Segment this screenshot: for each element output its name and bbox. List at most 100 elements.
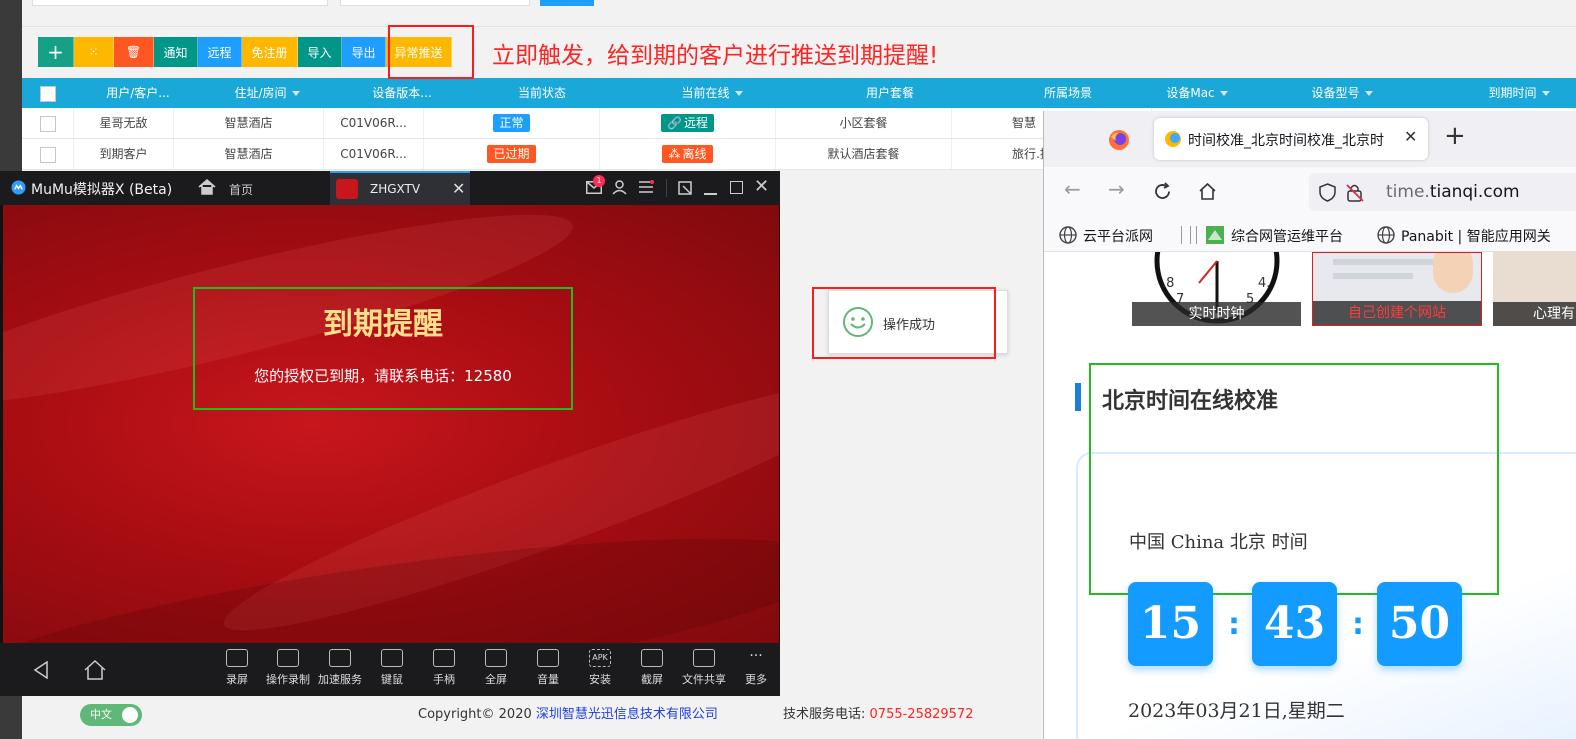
shield-icon[interactable]: [1319, 183, 1336, 202]
keyboard-mouse-button[interactable]: 键鼠: [367, 649, 417, 687]
more-button[interactable]: ··· 更多: [731, 649, 781, 687]
thumb-website[interactable]: 自己创建个网站: [1312, 252, 1482, 326]
filter-input-2[interactable]: [340, 0, 530, 6]
table-cell: C01V06R...: [324, 108, 424, 138]
browser-window: 时间校准_北京时间校准_北京时 ✕ + ← → time.tianqi.com …: [1043, 111, 1576, 739]
column-header[interactable]: 到期时间: [1462, 78, 1576, 108]
support-label: 技术服务电话:: [783, 707, 866, 722]
remote-button[interactable]: 远程: [198, 37, 242, 67]
menu-icon[interactable]: [638, 180, 654, 194]
notify-button[interactable]: 通知: [154, 37, 198, 67]
gamepad-button[interactable]: 手柄: [419, 649, 469, 687]
screenshot-button[interactable]: 截屏: [627, 649, 677, 687]
online-badge[interactable]: ⁂ 离线: [662, 145, 713, 163]
filter-input-1[interactable]: [32, 0, 328, 6]
fullscreen-icon: [485, 649, 507, 667]
column-header[interactable]: 用户套餐: [802, 78, 978, 108]
thumb-psych[interactable]: 心理有: [1493, 252, 1576, 326]
home-icon[interactable]: [197, 178, 217, 196]
emulator-screen[interactable]: [3, 205, 779, 643]
back-icon[interactable]: [33, 661, 49, 679]
mumu-logo-icon: [11, 180, 26, 195]
gamepad-icon: [433, 649, 455, 667]
column-header[interactable]: 设备型号: [1272, 78, 1412, 108]
row-checkbox[interactable]: [39, 115, 56, 132]
bookmark-1[interactable]: 云平台派网: [1083, 226, 1153, 246]
browser-tab[interactable]: 时间校准_北京时间校准_北京时 ✕: [1154, 118, 1428, 160]
file-share-button[interactable]: 文件共享: [679, 649, 729, 687]
row-checkbox[interactable]: [39, 146, 56, 163]
insecure-lock-icon[interactable]: [1346, 183, 1364, 202]
back-icon[interactable]: ←: [1064, 177, 1081, 201]
thumb-clock[interactable]: .8 7 5 4. 实时时钟: [1132, 252, 1301, 326]
pin-icon[interactable]: [678, 181, 692, 195]
emulator-tab-zhgxtv[interactable]: ZHGXTV ✕: [330, 171, 470, 205]
column-header[interactable]: 当前状态: [452, 78, 632, 108]
column-header-label: 设备Mac: [1166, 86, 1215, 100]
app-icon: [336, 179, 358, 199]
reload-icon[interactable]: [1153, 182, 1172, 201]
maximize-icon[interactable]: [730, 181, 743, 194]
column-header[interactable]: 当前在线: [622, 78, 802, 108]
link-icon: 🔗: [667, 116, 682, 130]
support: 技术服务电话: 0755-25829572: [783, 703, 973, 722]
tool-label: 音量: [537, 673, 559, 686]
operation-record-button[interactable]: 操作录制: [263, 649, 313, 687]
new-tab-icon[interactable]: +: [1444, 121, 1466, 151]
column-header[interactable]: 所属场景: [978, 78, 1158, 108]
push-highlight: [388, 25, 474, 79]
accelerate-button[interactable]: 加速服务: [315, 649, 365, 687]
search-button[interactable]: [540, 0, 594, 6]
free-register-button[interactable]: 免注册: [242, 37, 298, 67]
accelerate-icon: [329, 649, 351, 667]
table-cell: 智慧酒店: [174, 108, 324, 138]
record-screen-button[interactable]: 录屏: [212, 649, 262, 687]
colon: :: [1352, 607, 1364, 642]
export-button[interactable]: 导出: [342, 37, 386, 67]
close-tab-icon[interactable]: ✕: [452, 179, 465, 198]
weather-site-icon: [1165, 131, 1181, 147]
bookmark-sep: [1181, 226, 1182, 244]
operation-record-icon: [277, 649, 299, 667]
minute-digit: 43: [1252, 582, 1337, 666]
url-rest: tianqi.com: [1429, 182, 1520, 202]
bookmark-3[interactable]: Panabit | 智能应用网关: [1401, 226, 1551, 246]
sort-icon[interactable]: [1219, 91, 1228, 96]
sort-icon[interactable]: [734, 91, 743, 96]
bookmark-2[interactable]: 综合网管运维平台: [1231, 226, 1343, 246]
sort-icon[interactable]: [1364, 91, 1373, 96]
url-bar[interactable]: time.tianqi.com: [1309, 173, 1576, 211]
home-tab-label[interactable]: 首页: [229, 181, 253, 198]
column-header-label: 到期时间: [1488, 86, 1537, 100]
column-header[interactable]: 设备版本...: [342, 78, 462, 108]
sort-icon[interactable]: [1541, 91, 1550, 96]
delete-button[interactable]: 🗑: [114, 37, 154, 67]
browser-tabstrip: 时间校准_北京时间校准_北京时 ✕ +: [1044, 111, 1576, 167]
file-share-icon: [693, 649, 715, 667]
install-apk-button[interactable]: APK 安装: [575, 649, 625, 687]
online-badge[interactable]: 🔗 远程: [661, 114, 714, 132]
company-link[interactable]: 深圳智慧光迅信息技术有限公司: [536, 707, 718, 722]
language-toggle[interactable]: 中文: [80, 704, 142, 726]
minimize-icon[interactable]: [704, 193, 717, 195]
android-home-icon[interactable]: [83, 659, 107, 681]
close-tab-icon[interactable]: ✕: [1404, 127, 1417, 146]
volume-button[interactable]: 音量: [523, 649, 573, 687]
firefox-icon[interactable]: [1108, 129, 1130, 151]
select-all[interactable]: [30, 78, 66, 108]
record-screen-icon: [226, 649, 248, 667]
add-button[interactable]: +: [38, 37, 74, 67]
refresh-button[interactable]: ⁙: [74, 37, 114, 67]
column-header-label: 用户套餐: [865, 86, 914, 100]
table-cell: [22, 139, 74, 169]
forward-icon[interactable]: →: [1108, 177, 1125, 201]
column-header[interactable]: 住址/房间: [212, 78, 322, 108]
home-icon[interactable]: [1198, 182, 1217, 201]
close-window-icon[interactable]: ✕: [754, 176, 769, 197]
user-icon[interactable]: [612, 180, 627, 195]
column-header[interactable]: 设备Mac: [1132, 78, 1262, 108]
import-button[interactable]: 导入: [298, 37, 342, 67]
column-header[interactable]: 用户/客户...: [82, 78, 194, 108]
sort-icon[interactable]: [291, 91, 300, 96]
fullscreen-button[interactable]: 全屏: [471, 649, 521, 687]
